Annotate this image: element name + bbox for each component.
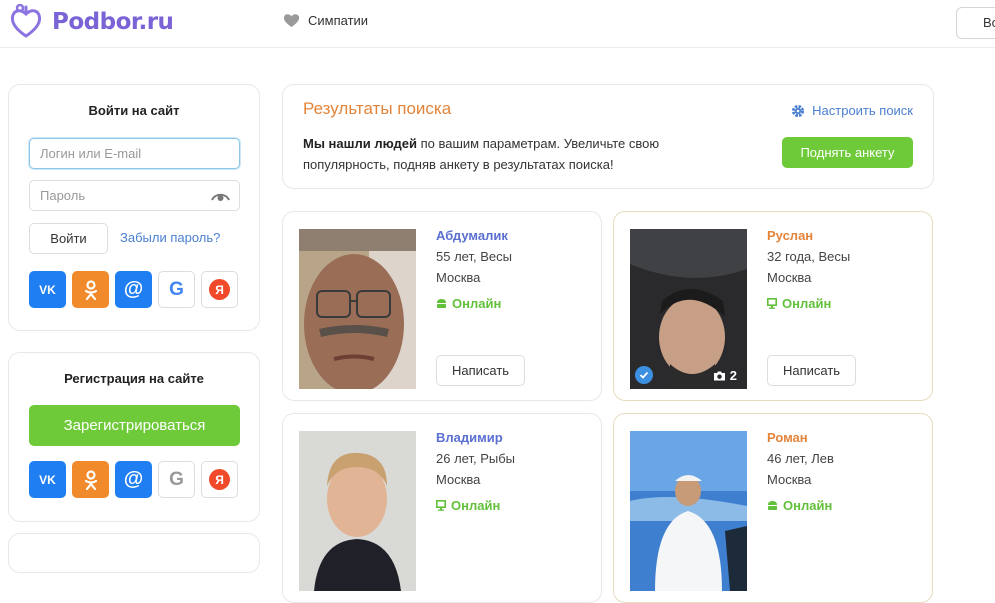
password-placeholder: Пароль (40, 188, 86, 203)
yandex-login-button[interactable]: Я (201, 271, 238, 308)
mail-icon: @ (123, 278, 144, 300)
vk-icon: VK (39, 472, 56, 487)
vk-register-button[interactable]: VK (29, 461, 66, 498)
search-settings-link[interactable]: Настроить поиск (791, 103, 913, 118)
results-card: Результаты поиска Настроить поиск Мы наш… (282, 84, 934, 189)
camera-icon (713, 371, 725, 380)
profile-card[interactable]: Владимир 26 лет, Рыбы Москва Онлайн (282, 413, 602, 603)
online-status: Онлайн (436, 296, 501, 311)
write-button[interactable]: Написать (767, 355, 856, 386)
ok-login-button[interactable] (72, 271, 109, 308)
profile-city: Москва (436, 270, 481, 285)
profile-city: Москва (767, 472, 812, 487)
profile-card[interactable]: 2 Руслан 32 года, Весы Москва Онлайн Нап… (613, 211, 933, 401)
show-password-icon[interactable] (211, 191, 230, 201)
profile-photo[interactable]: 2 (630, 229, 747, 389)
login-input[interactable]: Логин или E-mail (29, 138, 240, 169)
yandex-register-button[interactable]: Я (201, 461, 238, 498)
results-title: Результаты поиска (303, 99, 452, 118)
heart-icon (283, 14, 300, 27)
vk-login-button[interactable]: VK (29, 271, 66, 308)
write-button[interactable]: Написать (436, 355, 525, 386)
online-status: Онлайн (767, 498, 832, 513)
yandex-icon: Я (209, 279, 230, 300)
online-label: Онлайн (783, 498, 833, 513)
mail-icon: @ (123, 468, 144, 490)
search-settings-label: Настроить поиск (812, 103, 913, 118)
extra-card (8, 533, 260, 573)
vk-icon: VK (39, 282, 56, 297)
online-status: Онлайн (436, 498, 500, 513)
forgot-password-link[interactable]: Забыли пароль? (120, 230, 220, 245)
raise-profile-button[interactable]: Поднять анкету (782, 137, 913, 168)
online-label: Онлайн (452, 296, 502, 311)
online-label: Онлайн (782, 296, 832, 311)
profile-city: Москва (767, 270, 812, 285)
profile-photo[interactable] (299, 229, 416, 389)
photo-count[interactable]: 2 (713, 368, 737, 383)
verified-icon (635, 366, 653, 384)
ok-register-button[interactable] (72, 461, 109, 498)
profile-name[interactable]: Руслан (767, 228, 813, 243)
profile-card[interactable]: Абдумалик 55 лет, Весы Москва Онлайн Нап… (282, 211, 602, 401)
online-label: Онлайн (451, 498, 501, 513)
register-card: Регистрация на сайте Зарегистрироваться … (8, 352, 260, 522)
profile-photo[interactable] (630, 431, 747, 591)
login-card: Войти на сайт Логин или E-mail Пароль Во… (8, 84, 260, 331)
ok-icon (84, 469, 97, 490)
nav-likes-label: Симпатии (308, 13, 369, 28)
profile-city: Москва (436, 472, 481, 487)
site-header: Podbor.ru Симпатии Во (0, 0, 995, 48)
login-submit-button[interactable]: Войти (29, 223, 108, 254)
logo[interactable]: Podbor.ru (8, 4, 174, 40)
google-register-button[interactable]: G (158, 461, 195, 498)
register-title: Регистрация на сайте (64, 371, 204, 386)
desktop-icon (436, 500, 446, 511)
profile-name[interactable]: Роман (767, 430, 808, 445)
register-button[interactable]: Зарегистрироваться (29, 405, 240, 446)
google-icon: G (169, 278, 184, 300)
results-description: Мы нашли людей по вашим параметрам. Увел… (303, 133, 733, 175)
gear-icon (792, 104, 805, 117)
password-input[interactable]: Пароль (29, 180, 240, 211)
profile-age-sign: 55 лет, Весы (436, 249, 512, 264)
android-icon (768, 501, 777, 510)
profile-age-sign: 46 лет, Лев (767, 451, 834, 466)
profile-name[interactable]: Владимир (436, 430, 503, 445)
desktop-icon (767, 298, 777, 309)
profile-card[interactable]: Роман 46 лет, Лев Москва Онлайн (613, 413, 933, 603)
online-status: Онлайн (767, 296, 831, 311)
results-text-bold: Мы нашли людей (303, 136, 417, 151)
google-login-button[interactable]: G (158, 271, 195, 308)
photo-count-value: 2 (729, 368, 737, 383)
google-icon: G (169, 468, 184, 490)
ok-icon (84, 279, 97, 300)
android-icon (437, 299, 446, 308)
yandex-icon: Я (209, 469, 230, 490)
logo-icon (10, 4, 42, 38)
profile-photo[interactable] (299, 431, 416, 591)
nav-likes[interactable]: Симпатии (283, 13, 368, 28)
login-title: Войти на сайт (88, 103, 180, 118)
profile-age-sign: 32 года, Весы (767, 249, 851, 264)
logo-text: Podbor.ru (52, 9, 174, 35)
mail-login-button[interactable]: @ (115, 271, 152, 308)
mail-register-button[interactable]: @ (115, 461, 152, 498)
register-social-row: VK @ G Я (29, 461, 238, 498)
login-social-row: VK @ G Я (29, 271, 238, 308)
profile-name[interactable]: Абдумалик (436, 228, 508, 243)
profile-age-sign: 26 лет, Рыбы (436, 451, 515, 466)
header-login-button[interactable]: Во (956, 7, 995, 39)
